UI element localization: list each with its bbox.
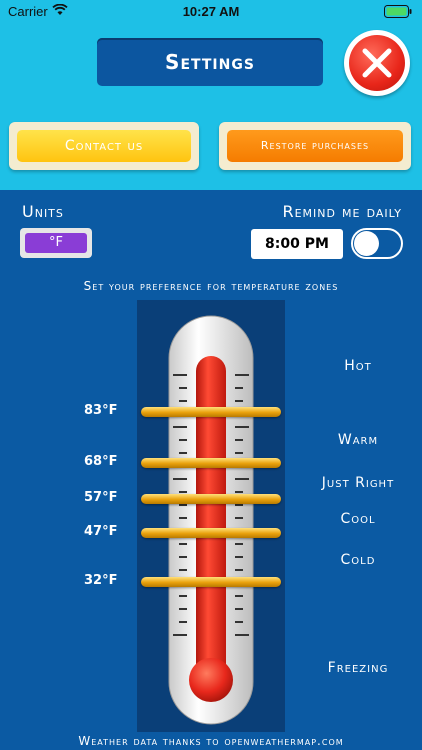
- remind-label: Remind me daily: [282, 202, 402, 221]
- contact-us-button[interactable]: Contact us: [9, 122, 199, 170]
- threshold-slider[interactable]: [141, 494, 281, 504]
- restore-purchases-button[interactable]: Restore purchases: [219, 122, 411, 170]
- battery-icon: [384, 5, 412, 21]
- remind-toggle[interactable]: [351, 228, 403, 259]
- contact-us-label: Contact us: [17, 130, 191, 162]
- weather-credit: Weather data thanks to openweathermap.co…: [78, 734, 344, 748]
- threshold-label: 57°F: [84, 490, 118, 505]
- thermometer-icon: [168, 315, 254, 725]
- zone-label: Freezing: [327, 660, 389, 676]
- unit-toggle-button[interactable]: °F: [20, 228, 92, 258]
- threshold-slider[interactable]: [141, 407, 281, 417]
- zone-label: Hot: [344, 358, 372, 374]
- zone-label: Cool: [340, 511, 376, 527]
- unit-value: °F: [25, 233, 87, 253]
- close-button[interactable]: [344, 30, 410, 96]
- threshold-label: 32°F: [84, 573, 118, 588]
- close-icon: [349, 35, 405, 91]
- zones-instruction: Set your preference for temperature zone…: [83, 279, 339, 293]
- threshold-label: 68°F: [84, 454, 118, 469]
- toggle-knob: [354, 231, 379, 256]
- remind-time-field[interactable]: 8:00 PM: [251, 229, 343, 259]
- clock: 10:27 AM: [182, 4, 240, 19]
- zone-label: Cold: [340, 552, 376, 568]
- threshold-label: 83°F: [84, 403, 118, 418]
- units-label: Units: [22, 202, 64, 221]
- zone-label: Just Right: [321, 475, 395, 491]
- threshold-slider[interactable]: [141, 458, 281, 468]
- threshold-slider[interactable]: [141, 528, 281, 538]
- status-bar: Carrier 10:27 AM: [0, 0, 422, 24]
- zone-label: Warm: [337, 432, 379, 448]
- restore-purchases-label: Restore purchases: [227, 130, 403, 162]
- page-title: Settings: [97, 38, 323, 86]
- threshold-label: 47°F: [84, 524, 118, 539]
- threshold-slider[interactable]: [141, 577, 281, 587]
